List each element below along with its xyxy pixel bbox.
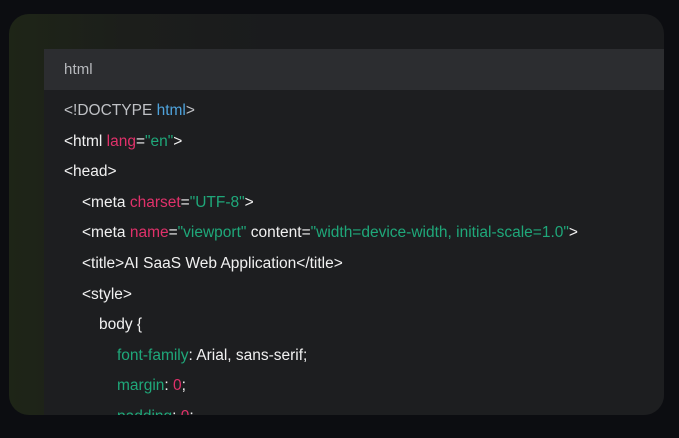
code-token: : Arial, sans-serif;: [188, 346, 308, 364]
code-token: margin: [117, 377, 165, 395]
code-token: <!DOCTYPE: [64, 102, 157, 119]
code-token: <html: [64, 132, 107, 150]
code-token: =: [135, 132, 146, 150]
code-token: "en": [145, 132, 174, 150]
code-token: <head>: [64, 163, 117, 181]
code-line: <meta charset="UTF-8">: [82, 193, 254, 213]
code-token: ;: [181, 377, 186, 395]
code-line: <!DOCTYPE html>: [64, 101, 195, 121]
code-token: lang: [106, 132, 136, 150]
code-token: <meta: [82, 193, 130, 211]
code-token: >: [568, 224, 578, 242]
code-token: =: [301, 224, 311, 242]
code-token: charset: [129, 193, 181, 211]
code-line: <style>: [82, 285, 132, 305]
code-token: =: [180, 193, 190, 211]
code-line: font-family: Arial, sans-serif;: [117, 346, 307, 366]
code-token: ;: [189, 408, 193, 415]
code-token: >: [173, 132, 183, 150]
code-card: html <!DOCTYPE html> <html lang="en"> <hea…: [9, 14, 664, 415]
code-token: <style>: [82, 285, 132, 303]
code-token: font-family: [117, 346, 189, 364]
code-token: html: [156, 102, 186, 119]
code-block-header: html: [44, 49, 664, 90]
code-token: padding: [117, 408, 172, 415]
code-line: <html lang="en">: [64, 132, 182, 152]
code-token: >: [185, 102, 195, 119]
code-line: margin: 0;: [117, 376, 186, 396]
code-token: :: [164, 377, 174, 395]
code-token: :: [172, 408, 181, 415]
code-line: padding: 0;: [117, 407, 194, 415]
code-token: "viewport": [177, 224, 247, 242]
code-token: 0: [173, 377, 182, 395]
code-token: >: [244, 193, 254, 211]
code-token: <title>AI SaaS Web Application</title>: [82, 255, 343, 272]
code-token: "UTF-8": [189, 193, 245, 211]
code-block: html <!DOCTYPE html> <html lang="en"> <hea…: [44, 49, 664, 415]
code-token: "width=device-width, initial-scale=1.0": [310, 224, 569, 242]
code-line: <head>: [64, 162, 117, 182]
code-token: body {: [99, 316, 143, 334]
code-token: content: [246, 224, 302, 242]
code-line: <meta name="viewport" content="width=dev…: [82, 223, 578, 243]
code-token: =: [168, 224, 178, 242]
code-line: body {: [99, 315, 142, 335]
code-token: name: [129, 224, 169, 242]
code-line: <title>AI SaaS Web Application</title>: [82, 254, 343, 274]
code-token: <meta: [82, 224, 130, 242]
code-language-label: html: [64, 61, 93, 78]
